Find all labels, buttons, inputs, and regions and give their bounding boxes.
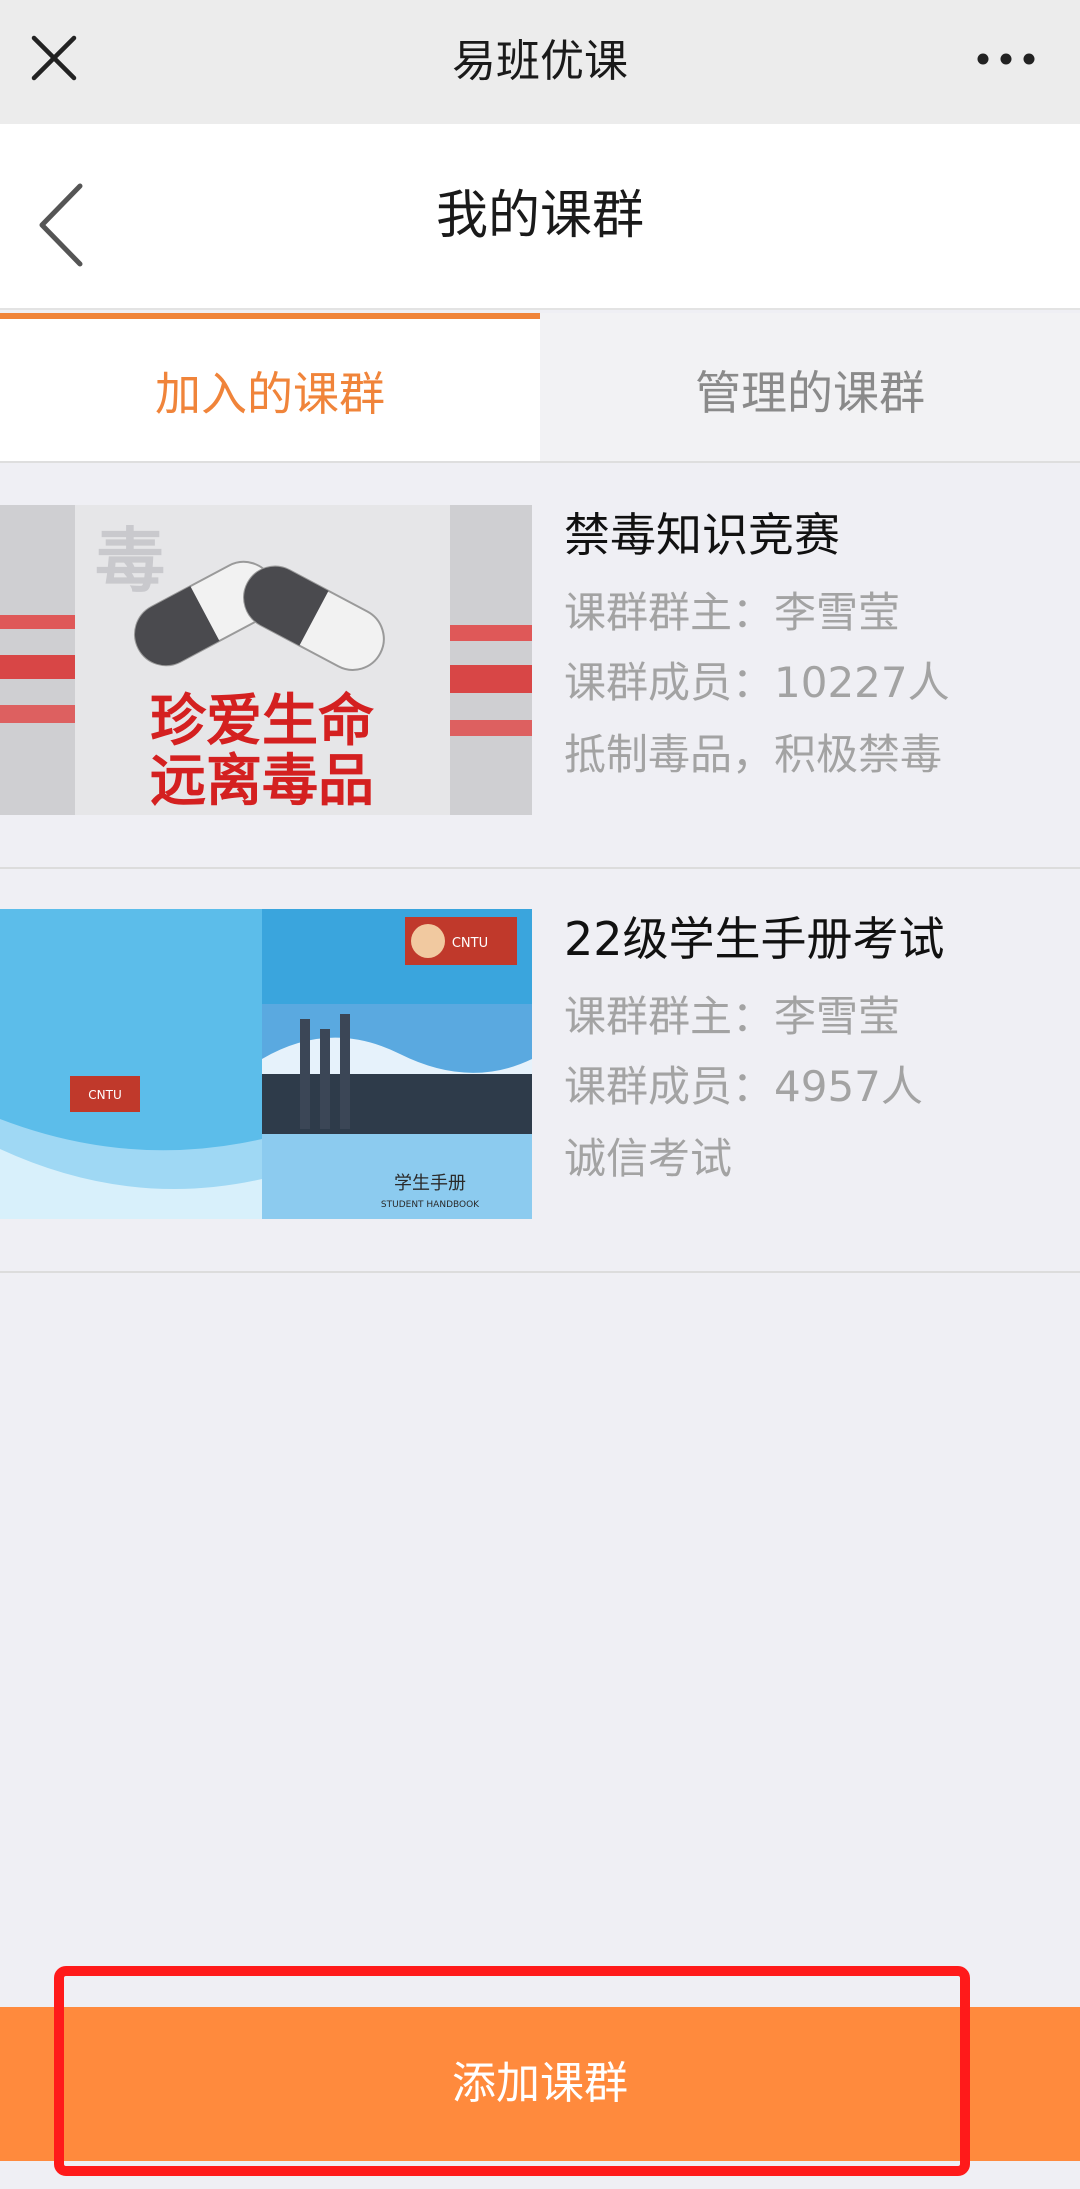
group-name: 22级学生手册考试 xyxy=(564,912,945,966)
group-members: 课群成员：10227人 xyxy=(564,658,950,707)
group-cover-image: CNTU CNTU 学生手册 STUDENT HANDBOOK xyxy=(0,909,532,1219)
group-owner: 课群群主：李雪莹 xyxy=(564,992,901,1041)
cover-title-text: 学生手册 xyxy=(394,1173,466,1194)
more-options-icon[interactable] xyxy=(976,52,1036,66)
tab-managed-groups[interactable]: 管理的课群 xyxy=(540,313,1080,461)
page-title: 我的课群 xyxy=(435,186,644,246)
highlight-box xyxy=(54,1966,970,2176)
group-owner: 课群群主：李雪莹 xyxy=(564,588,901,637)
page-header: 我的课群 xyxy=(0,124,1080,310)
cover-text-line1: 珍爱生命 xyxy=(150,689,374,754)
tab-bar: 加入的课群 管理的课群 xyxy=(0,313,1080,463)
svg-text:毒: 毒 xyxy=(95,520,165,602)
group-name: 禁毒知识竞赛 xyxy=(564,508,840,562)
cover-subtitle-text: STUDENT HANDBOOK xyxy=(381,1200,480,1210)
wechat-top-bar: 易班优课 xyxy=(0,0,1080,124)
cover-badge-text: CNTU xyxy=(88,1088,121,1102)
app-title: 易班优课 xyxy=(452,36,628,87)
list-item[interactable]: 毒 珍爱生命 远离毒品 禁毒知识竞赛 课群群主：李雪莹 课群成员：10227人 … xyxy=(0,463,1080,869)
group-cover-image: 毒 珍爱生命 远离毒品 xyxy=(0,505,532,815)
tab-joined-groups[interactable]: 加入的课群 xyxy=(0,313,540,461)
list-item[interactable]: CNTU CNTU 学生手册 STUDENT HANDBOOK 22级学生手册考… xyxy=(0,867,1080,1273)
cover-text-line2: 远离毒品 xyxy=(150,749,374,814)
group-members: 课群成员：4957人 xyxy=(564,1062,923,1111)
group-description: 诚信考试 xyxy=(564,1134,733,1183)
cover-logo-text: CNTU xyxy=(452,936,488,951)
group-description: 抵制毒品，积极禁毒 xyxy=(564,730,943,779)
